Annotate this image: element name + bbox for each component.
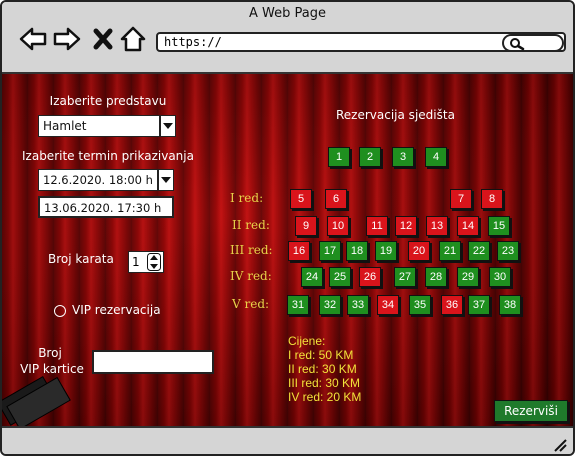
seat[interactable]: 36 <box>441 295 463 315</box>
price-list: Cijene: I red: 50 KM II red: 30 KM III r… <box>288 334 361 404</box>
seat[interactable]: 23 <box>497 241 519 261</box>
stepper-arrows-icon[interactable] <box>147 253 161 271</box>
seat[interactable]: 28 <box>425 267 447 287</box>
vip-card-label-line1: Broj <box>38 346 62 360</box>
seat[interactable]: 29 <box>457 267 479 287</box>
home-icon[interactable] <box>118 24 148 54</box>
row-label: IV red: <box>230 269 272 283</box>
tickets-value: 1 <box>132 255 140 269</box>
seat[interactable]: 19 <box>375 241 397 261</box>
tickets-stepper[interactable]: 1 <box>128 251 164 273</box>
seat[interactable]: 17 <box>319 241 341 261</box>
price-line: IV red: 20 KM <box>288 390 362 404</box>
seat[interactable]: 6 <box>325 189 347 209</box>
seating-title: Rezervacija sjedišta <box>336 108 455 122</box>
seat[interactable]: 24 <box>301 267 323 287</box>
resize-grip-icon[interactable] <box>551 436 567 452</box>
reserve-button[interactable]: Rezerviši <box>494 400 568 422</box>
seat[interactable]: 31 <box>287 295 309 315</box>
seat[interactable]: 13 <box>426 216 448 236</box>
row-label: V red: <box>232 297 270 311</box>
seat[interactable]: 16 <box>288 241 310 261</box>
price-title: Cijene: <box>288 334 326 348</box>
browser-window: A Web Page https:// Izaberite predstavu … <box>0 0 575 456</box>
selected-seat[interactable]: 3 <box>392 147 414 167</box>
seat[interactable]: 32 <box>319 295 341 315</box>
seat[interactable]: 38 <box>499 295 521 315</box>
seat[interactable]: 33 <box>347 295 369 315</box>
vip-radio[interactable] <box>54 305 66 317</box>
seat[interactable]: 34 <box>377 295 399 315</box>
seat[interactable]: 25 <box>329 267 351 287</box>
seat[interactable]: 21 <box>439 241 461 261</box>
seat[interactable]: 35 <box>409 295 431 315</box>
seat[interactable]: 20 <box>408 241 430 261</box>
chevron-down-icon <box>161 177 171 183</box>
seat[interactable]: 7 <box>450 189 472 209</box>
chevron-down-icon <box>163 123 173 129</box>
search-button[interactable] <box>502 34 564 52</box>
seat[interactable]: 14 <box>457 216 479 236</box>
time-label: Izaberite termin prikazivanja <box>22 149 194 163</box>
seat[interactable]: 10 <box>327 216 349 236</box>
seat[interactable]: 11 <box>366 216 388 236</box>
seat[interactable]: 37 <box>468 295 490 315</box>
show-select[interactable]: Hamlet <box>38 115 160 137</box>
time-select-arrow[interactable] <box>158 169 174 191</box>
vip-card-input[interactable] <box>92 350 214 374</box>
search-icon <box>510 38 525 51</box>
seat[interactable]: 22 <box>468 241 490 261</box>
seat[interactable]: 9 <box>295 216 317 236</box>
status-bar <box>2 426 573 454</box>
back-arrow-icon[interactable] <box>18 24 48 54</box>
close-icon[interactable] <box>88 24 118 54</box>
window-title: A Web Page <box>249 6 326 21</box>
seat[interactable]: 18 <box>346 241 368 261</box>
row-label: II red: <box>232 218 270 232</box>
show-select-arrow[interactable] <box>160 115 176 137</box>
row-label: III red: <box>230 243 273 257</box>
tickets-icon <box>2 375 71 426</box>
forward-arrow-icon[interactable] <box>52 24 82 54</box>
price-line: I red: 50 KM <box>288 348 354 362</box>
seat[interactable]: 27 <box>394 267 416 287</box>
browser-titlebar: A Web Page https:// <box>2 2 573 74</box>
seat[interactable]: 8 <box>481 189 503 209</box>
selected-seat[interactable]: 1 <box>328 147 350 167</box>
time-select[interactable]: 12.6.2020. 18:00 h <box>38 169 158 191</box>
selected-seat[interactable]: 2 <box>359 147 381 167</box>
price-line: III red: 30 KM <box>288 376 361 390</box>
time-option[interactable]: 13.06.2020. 17:30 h <box>38 196 174 218</box>
row-label: I red: <box>230 191 264 205</box>
seat[interactable]: 12 <box>395 216 417 236</box>
vip-label: VIP rezervacija <box>72 303 161 317</box>
price-line: II red: 30 KM <box>288 362 357 376</box>
show-label: Izaberite predstavu <box>49 94 167 108</box>
selected-seat[interactable]: 4 <box>425 147 447 167</box>
seat[interactable]: 30 <box>489 267 511 287</box>
seat[interactable]: 15 <box>488 216 510 236</box>
seat[interactable]: 26 <box>359 267 381 287</box>
seat[interactable]: 5 <box>290 189 312 209</box>
tickets-label: Broj karata <box>48 252 114 266</box>
